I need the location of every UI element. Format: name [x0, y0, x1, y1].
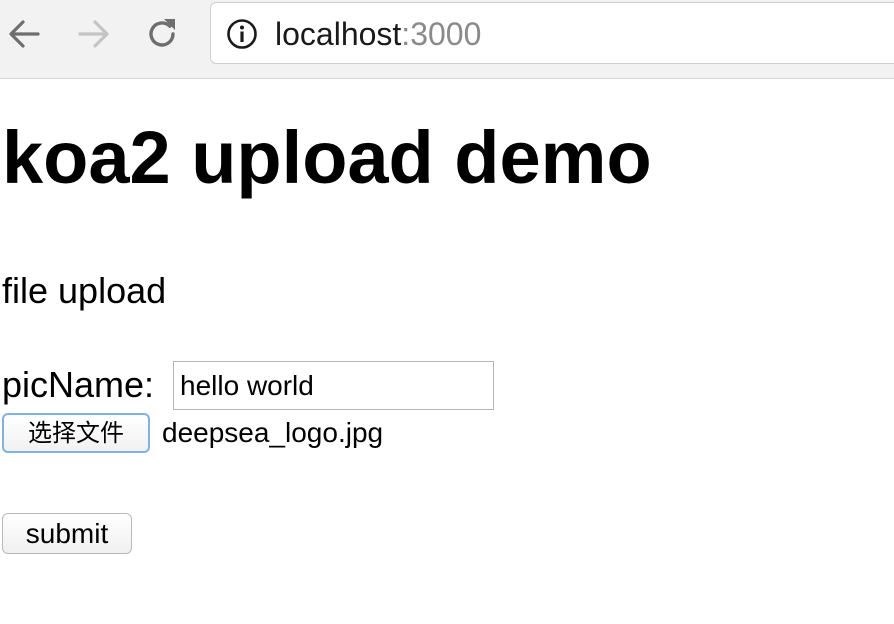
arrow-right-icon [78, 20, 109, 48]
address-bar[interactable]: localhost:3000 [210, 2, 894, 64]
selected-file-name: deepsea_logo.jpg [162, 417, 384, 448]
back-button[interactable] [4, 14, 44, 54]
reload-icon [149, 19, 175, 47]
submit-button[interactable]: submit [2, 513, 132, 554]
browser-toolbar: localhost:3000 [0, 0, 894, 79]
info-icon[interactable] [226, 18, 258, 50]
page-title: koa2 upload demo [2, 116, 652, 199]
page-content: koa2 upload demo file upload picName: 选择… [0, 80, 894, 624]
reload-button[interactable] [142, 14, 182, 54]
arrow-left-icon [9, 20, 40, 48]
url-port: :3000 [401, 16, 482, 52]
choose-file-button[interactable]: 选择文件 [2, 413, 150, 453]
picname-input[interactable] [173, 361, 494, 410]
url-text[interactable]: localhost:3000 [275, 16, 481, 52]
forward-button[interactable] [74, 14, 114, 54]
url-host: localhost [275, 16, 402, 52]
picname-label: picName: [2, 364, 155, 405]
section-label: file upload [2, 270, 167, 311]
